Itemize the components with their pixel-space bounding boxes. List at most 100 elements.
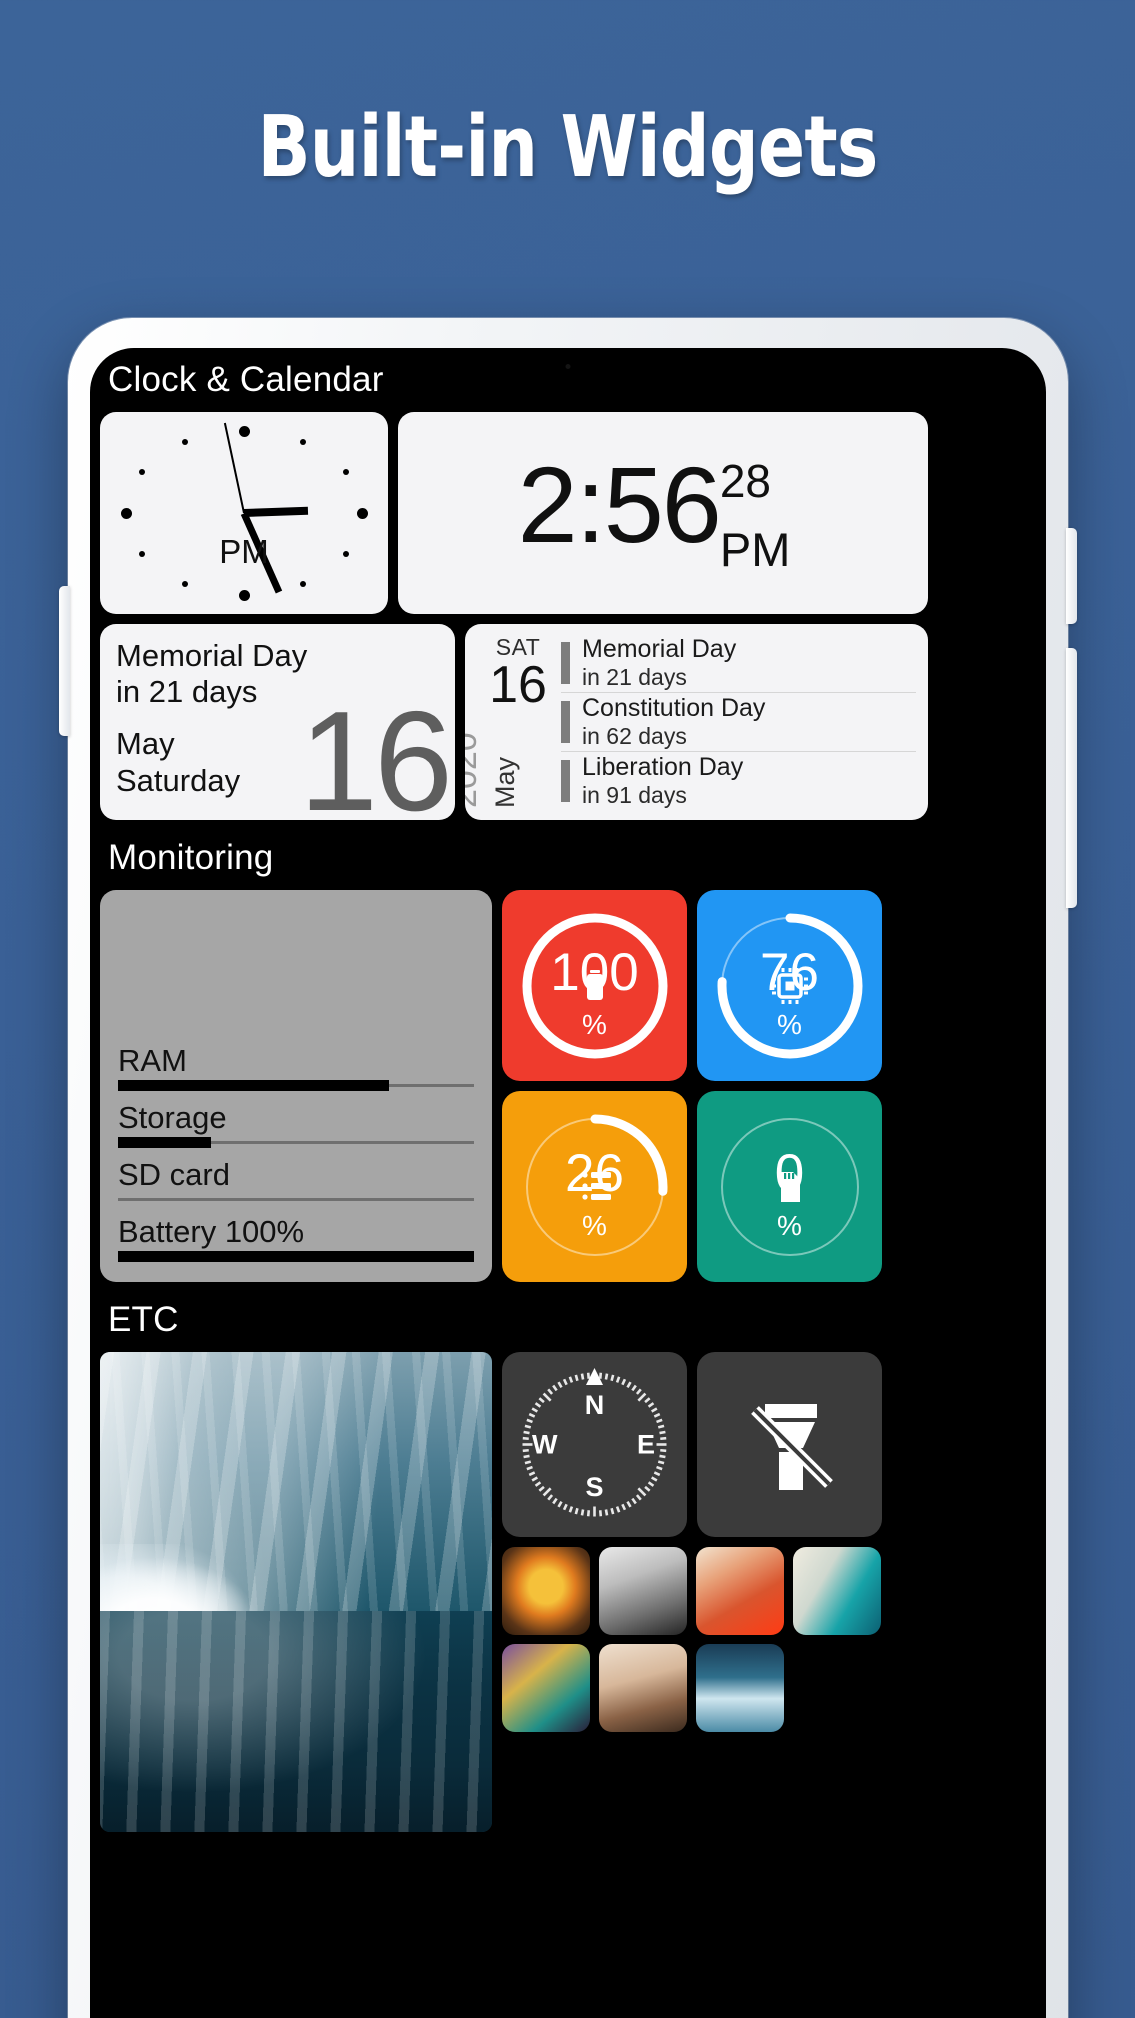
agenda-list-item[interactable]: Constitution Day in 62 days xyxy=(561,693,916,752)
compass-icon xyxy=(522,1368,667,1517)
compass-north-label: N xyxy=(584,1390,605,1420)
monitor-row-fill xyxy=(118,1079,389,1091)
agenda-day-number: 16 xyxy=(489,656,547,714)
storage-gauge[interactable]: 26% xyxy=(502,1091,687,1282)
gauge-grid: 100%76% 26%0% xyxy=(502,890,882,1282)
analog-clock-ampm: PM xyxy=(219,533,269,571)
clock-hour-marker xyxy=(356,507,368,519)
agenda-color-bar xyxy=(561,760,570,802)
clock-hour-marker xyxy=(182,438,188,445)
section-title-clock-calendar: Clock & Calendar xyxy=(108,360,384,399)
agenda-item-text: Liberation Day in 91 days xyxy=(582,753,743,808)
monitor-row: SD card xyxy=(118,1156,474,1201)
clock-hour-marker xyxy=(343,551,350,557)
monitor-row: RAM xyxy=(118,1042,474,1091)
man-eye-portrait-photo[interactable] xyxy=(599,1547,687,1635)
calendar-day-widget[interactable]: Memorial Day in 21 days May Saturday 16 xyxy=(100,624,455,820)
phone-button-left[interactable] xyxy=(59,586,70,736)
monitor-row-label: Battery 100% xyxy=(118,1213,305,1249)
agenda-item-countdown: in 91 days xyxy=(582,782,687,809)
photo-thumbnail-grid xyxy=(502,1547,894,1732)
sdcard-gauge[interactable]: 0% xyxy=(697,1091,882,1282)
monitor-row-track xyxy=(118,1079,474,1091)
compass-south-label: S xyxy=(585,1472,604,1502)
monitor-row-label: Storage xyxy=(118,1099,227,1135)
digital-clock-side: 28 PM xyxy=(720,458,791,573)
calendar-day-number: 16 xyxy=(299,682,453,820)
digital-clock-seconds: 28 xyxy=(719,454,772,507)
monitor-row-label: RAM xyxy=(118,1042,187,1078)
photo-frame-widget[interactable] xyxy=(100,1352,492,1832)
monitor-row-label: SD card xyxy=(118,1156,230,1192)
tools-row: N E S W xyxy=(502,1352,894,1537)
orange-face-photo[interactable] xyxy=(696,1547,784,1635)
ocean-waves-photo[interactable] xyxy=(696,1644,784,1732)
cpu-gauge[interactable]: 76% xyxy=(697,890,882,1081)
monitor-row-track xyxy=(118,1136,474,1148)
digital-clock-inner: 2:56 28 PM xyxy=(518,450,809,573)
battery-icon xyxy=(586,969,603,1000)
compass-west-label: W xyxy=(532,1429,558,1459)
monitor-row-fill xyxy=(118,1136,211,1148)
etc-widget-row: N E S W xyxy=(90,1352,1046,1832)
agenda-date-column: SAT 16 2020 May xyxy=(465,634,561,810)
monitor-row-track xyxy=(118,1251,474,1262)
clock-hour-marker xyxy=(238,589,250,601)
photo-water xyxy=(100,1611,492,1832)
calendar-agenda-widget[interactable]: SAT 16 2020 May Memorial Day in 21 days Co… xyxy=(465,624,928,820)
phone-screen: Clock & Calendar PM 2:56 28 PM Memorial … xyxy=(90,348,1046,2018)
flashlight-widget[interactable] xyxy=(697,1352,882,1537)
compass-east-label: E xyxy=(636,1429,655,1459)
etc-right-column: N E S W xyxy=(502,1352,894,1832)
page-title: Built-in Widgets xyxy=(257,98,878,197)
agenda-item-title: Memorial Day xyxy=(582,635,737,664)
agenda-list-item[interactable]: Liberation Day in 91 days xyxy=(561,752,916,810)
agenda-item-title: Liberation Day xyxy=(582,753,744,782)
clock-hour-marker xyxy=(138,469,145,475)
phone-button-right-bottom[interactable] xyxy=(1066,648,1077,908)
agenda-year: 2020 xyxy=(465,732,484,808)
digital-clock-widget[interactable]: 2:56 28 PM xyxy=(398,412,928,614)
agenda-item-countdown: in 62 days xyxy=(582,723,687,750)
phone-button-right-top[interactable] xyxy=(1066,528,1077,624)
gauge-row-top: 100%76% xyxy=(502,890,882,1081)
autumn-leaf-photo[interactable] xyxy=(502,1547,590,1635)
cpu-chip-icon xyxy=(771,967,808,1004)
phone-mockup: Clock & Calendar PM 2:56 28 PM Memorial … xyxy=(59,318,1077,2018)
clock-hour-hand xyxy=(243,506,309,517)
clock-hour-marker xyxy=(343,469,350,475)
teal-eye-makeup-photo[interactable] xyxy=(793,1547,881,1635)
clock-hour-marker xyxy=(138,551,145,557)
clock-widget-row: PM 2:56 28 PM xyxy=(90,412,1046,614)
clock-hour-marker xyxy=(120,507,132,519)
child-face-photo[interactable] xyxy=(599,1644,687,1732)
compass-widget[interactable]: N E S W xyxy=(502,1352,687,1537)
digital-clock-ampm: PM xyxy=(719,522,791,576)
agenda-item-text: Constitution Day in 62 days xyxy=(582,694,765,749)
monitoring-widget-row: RAM Storage SD card Battery 100% 100%76% 26… xyxy=(90,890,1046,1282)
agenda-item-text: Memorial Day in 21 days xyxy=(582,635,736,690)
monitor-row: Battery 100% xyxy=(118,1213,474,1262)
analog-clock-face xyxy=(100,412,388,614)
clock-hour-marker xyxy=(300,438,306,445)
agenda-list-item[interactable]: Memorial Day in 21 days xyxy=(561,634,916,693)
section-title-etc: ETC xyxy=(108,1300,179,1339)
calendar-day-event: Memorial Day xyxy=(116,638,308,673)
monitor-row-track xyxy=(118,1197,474,1201)
agenda-month: May xyxy=(490,756,520,808)
gauge-row-bottom: 26%0% xyxy=(502,1091,882,1282)
clock-hour-marker xyxy=(300,581,306,587)
battery-gauge[interactable]: 100% xyxy=(502,890,687,1081)
analog-clock-widget[interactable]: PM xyxy=(100,412,388,614)
front-camera-dot xyxy=(565,364,571,369)
storage-stack-icon xyxy=(581,1171,611,1200)
section-title-monitoring: Monitoring xyxy=(108,838,274,877)
agenda-color-bar xyxy=(561,642,570,684)
agenda-item-title: Constitution Day xyxy=(582,694,766,723)
clock-hour-marker xyxy=(182,581,188,587)
clock-hour-marker xyxy=(238,425,250,437)
monitor-row: Storage xyxy=(118,1099,474,1148)
monitoring-list-widget[interactable]: RAM Storage SD card Battery 100% xyxy=(100,890,492,1282)
street-umbrella-photo[interactable] xyxy=(502,1644,590,1732)
calendar-widget-row: Memorial Day in 21 days May Saturday 16 … xyxy=(90,624,1046,820)
